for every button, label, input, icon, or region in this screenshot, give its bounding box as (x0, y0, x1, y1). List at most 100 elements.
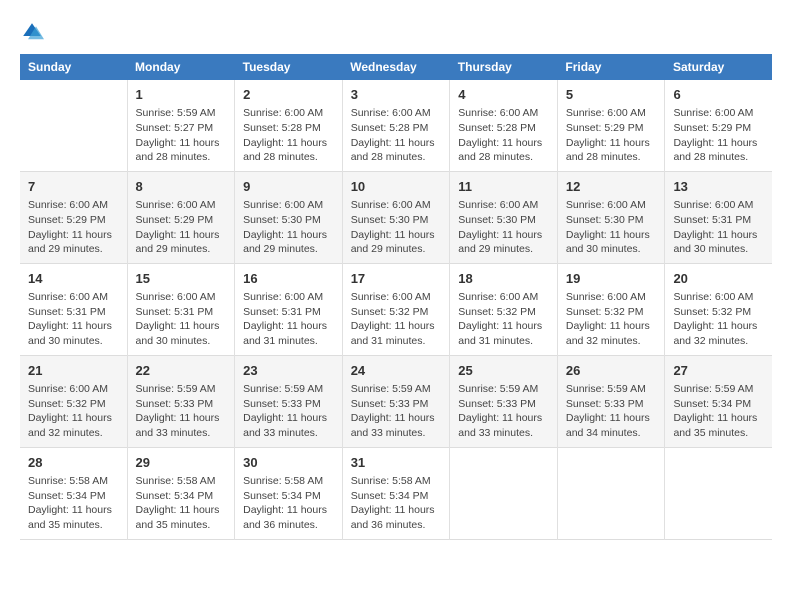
cell-content: Sunrise: 6:00 AM Sunset: 5:31 PM Dayligh… (243, 290, 334, 349)
calendar-cell: 12 Sunrise: 6:00 AM Sunset: 5:30 PM Dayli… (557, 171, 665, 263)
cell-content: Sunrise: 5:58 AM Sunset: 5:34 PM Dayligh… (28, 474, 119, 533)
cell-content: Sunrise: 5:58 AM Sunset: 5:34 PM Dayligh… (243, 474, 334, 533)
cell-content: Sunrise: 5:58 AM Sunset: 5:34 PM Dayligh… (136, 474, 227, 533)
cell-content: Sunrise: 6:00 AM Sunset: 5:31 PM Dayligh… (673, 198, 764, 257)
calendar-cell: 23 Sunrise: 5:59 AM Sunset: 5:33 PM Dayli… (235, 355, 343, 447)
cell-content: Sunrise: 6:00 AM Sunset: 5:28 PM Dayligh… (243, 106, 334, 165)
calendar-cell: 18 Sunrise: 6:00 AM Sunset: 5:32 PM Dayli… (450, 263, 558, 355)
calendar-cell: 7Sunrise: 6:00 AM Sunset: 5:29 PM Daylig… (20, 171, 127, 263)
calendar-cell (20, 80, 127, 171)
header-sunday: Sunday (20, 54, 127, 80)
header-monday: Monday (127, 54, 235, 80)
calendar-cell: 11 Sunrise: 6:00 AM Sunset: 5:30 PM Dayli… (450, 171, 558, 263)
day-number: 19 (566, 270, 657, 288)
calendar-cell: 4 Sunrise: 6:00 AM Sunset: 5:28 PM Daylig… (450, 80, 558, 171)
calendar-cell: 21 Sunrise: 6:00 AM Sunset: 5:32 PM Dayli… (20, 355, 127, 447)
day-number: 4 (458, 86, 549, 104)
cell-content: Sunrise: 6:00 AM Sunset: 5:30 PM Dayligh… (566, 198, 657, 257)
calendar-cell: 2 Sunrise: 6:00 AM Sunset: 5:28 PM Daylig… (235, 80, 343, 171)
page-header (20, 20, 772, 44)
day-number: 14 (28, 270, 119, 288)
day-number: 15 (136, 270, 227, 288)
day-number: 21 (28, 362, 119, 380)
day-number: 22 (136, 362, 227, 380)
day-number: 17 (351, 270, 442, 288)
cell-content: Sunrise: 6:00 AM Sunset: 5:28 PM Dayligh… (458, 106, 549, 165)
day-number: 29 (136, 454, 227, 472)
calendar-cell: 24 Sunrise: 5:59 AM Sunset: 5:33 PM Dayli… (342, 355, 450, 447)
header-saturday: Saturday (665, 54, 772, 80)
calendar-cell (557, 447, 665, 539)
header-row: SundayMondayTuesdayWednesdayThursdayFrid… (20, 54, 772, 80)
header-wednesday: Wednesday (342, 54, 450, 80)
cell-content: Sunrise: 5:59 AM Sunset: 5:27 PM Dayligh… (136, 106, 227, 165)
day-number: 9 (243, 178, 334, 196)
logo-icon (20, 20, 44, 44)
logo (20, 20, 48, 44)
week-row-4: 21 Sunrise: 6:00 AM Sunset: 5:32 PM Dayli… (20, 355, 772, 447)
cell-content: Sunrise: 6:00 AM Sunset: 5:29 PM Dayligh… (136, 198, 227, 257)
calendar-cell: 13Sunrise: 6:00 AM Sunset: 5:31 PM Dayli… (665, 171, 772, 263)
cell-content: Sunrise: 6:00 AM Sunset: 5:32 PM Dayligh… (28, 382, 119, 441)
day-number: 24 (351, 362, 442, 380)
cell-content: Sunrise: 5:59 AM Sunset: 5:33 PM Dayligh… (243, 382, 334, 441)
day-number: 18 (458, 270, 549, 288)
day-number: 1 (136, 86, 227, 104)
week-row-3: 14 Sunrise: 6:00 AM Sunset: 5:31 PM Dayli… (20, 263, 772, 355)
calendar-cell: 6 Sunrise: 6:00 AM Sunset: 5:29 PM Daylig… (665, 80, 772, 171)
day-number: 25 (458, 362, 549, 380)
calendar-cell: 16Sunrise: 6:00 AM Sunset: 5:31 PM Dayli… (235, 263, 343, 355)
week-row-5: 28Sunrise: 5:58 AM Sunset: 5:34 PM Dayli… (20, 447, 772, 539)
calendar-cell: 1 Sunrise: 5:59 AM Sunset: 5:27 PM Daylig… (127, 80, 235, 171)
calendar-cell: 10Sunrise: 6:00 AM Sunset: 5:30 PM Dayli… (342, 171, 450, 263)
calendar-cell: 14 Sunrise: 6:00 AM Sunset: 5:31 PM Dayli… (20, 263, 127, 355)
cell-content: Sunrise: 6:00 AM Sunset: 5:29 PM Dayligh… (673, 106, 764, 165)
header-tuesday: Tuesday (235, 54, 343, 80)
day-number: 20 (673, 270, 764, 288)
week-row-1: 1 Sunrise: 5:59 AM Sunset: 5:27 PM Daylig… (20, 80, 772, 171)
day-number: 26 (566, 362, 657, 380)
calendar-cell: 26 Sunrise: 5:59 AM Sunset: 5:33 PM Dayli… (557, 355, 665, 447)
day-number: 11 (458, 178, 549, 196)
cell-content: Sunrise: 5:59 AM Sunset: 5:33 PM Dayligh… (566, 382, 657, 441)
header-friday: Friday (557, 54, 665, 80)
cell-content: Sunrise: 5:59 AM Sunset: 5:33 PM Dayligh… (136, 382, 227, 441)
day-number: 2 (243, 86, 334, 104)
calendar-cell: 15 Sunrise: 6:00 AM Sunset: 5:31 PM Dayli… (127, 263, 235, 355)
calendar-cell: 31 Sunrise: 5:58 AM Sunset: 5:34 PM Dayli… (342, 447, 450, 539)
day-number: 23 (243, 362, 334, 380)
cell-content: Sunrise: 6:00 AM Sunset: 5:31 PM Dayligh… (136, 290, 227, 349)
day-number: 3 (351, 86, 442, 104)
cell-content: Sunrise: 6:00 AM Sunset: 5:30 PM Dayligh… (351, 198, 442, 257)
cell-content: Sunrise: 6:00 AM Sunset: 5:30 PM Dayligh… (458, 198, 549, 257)
calendar-cell: 25 Sunrise: 5:59 AM Sunset: 5:33 PM Dayli… (450, 355, 558, 447)
cell-content: Sunrise: 5:59 AM Sunset: 5:33 PM Dayligh… (351, 382, 442, 441)
calendar-cell: 17 Sunrise: 6:00 AM Sunset: 5:32 PM Dayli… (342, 263, 450, 355)
cell-content: Sunrise: 6:00 AM Sunset: 5:29 PM Dayligh… (28, 198, 119, 257)
calendar-cell: 20 Sunrise: 6:00 AM Sunset: 5:32 PM Dayli… (665, 263, 772, 355)
calendar-cell: 30Sunrise: 5:58 AM Sunset: 5:34 PM Dayli… (235, 447, 343, 539)
cell-content: Sunrise: 6:00 AM Sunset: 5:31 PM Dayligh… (28, 290, 119, 349)
day-number: 27 (673, 362, 764, 380)
cell-content: Sunrise: 6:00 AM Sunset: 5:30 PM Dayligh… (243, 198, 334, 257)
cell-content: Sunrise: 6:00 AM Sunset: 5:32 PM Dayligh… (351, 290, 442, 349)
cell-content: Sunrise: 6:00 AM Sunset: 5:32 PM Dayligh… (458, 290, 549, 349)
day-number: 6 (673, 86, 764, 104)
cell-content: Sunrise: 5:58 AM Sunset: 5:34 PM Dayligh… (351, 474, 442, 533)
header-thursday: Thursday (450, 54, 558, 80)
calendar-table: SundayMondayTuesdayWednesdayThursdayFrid… (20, 54, 772, 540)
calendar-cell: 28Sunrise: 5:58 AM Sunset: 5:34 PM Dayli… (20, 447, 127, 539)
cell-content: Sunrise: 5:59 AM Sunset: 5:33 PM Dayligh… (458, 382, 549, 441)
day-number: 5 (566, 86, 657, 104)
week-row-2: 7Sunrise: 6:00 AM Sunset: 5:29 PM Daylig… (20, 171, 772, 263)
calendar-cell: 5Sunrise: 6:00 AM Sunset: 5:29 PM Daylig… (557, 80, 665, 171)
calendar-cell: 22 Sunrise: 5:59 AM Sunset: 5:33 PM Dayli… (127, 355, 235, 447)
cell-content: Sunrise: 5:59 AM Sunset: 5:34 PM Dayligh… (673, 382, 764, 441)
calendar-cell (450, 447, 558, 539)
day-number: 31 (351, 454, 442, 472)
day-number: 12 (566, 178, 657, 196)
calendar-cell (665, 447, 772, 539)
cell-content: Sunrise: 6:00 AM Sunset: 5:32 PM Dayligh… (673, 290, 764, 349)
day-number: 8 (136, 178, 227, 196)
calendar-cell: 8 Sunrise: 6:00 AM Sunset: 5:29 PM Daylig… (127, 171, 235, 263)
